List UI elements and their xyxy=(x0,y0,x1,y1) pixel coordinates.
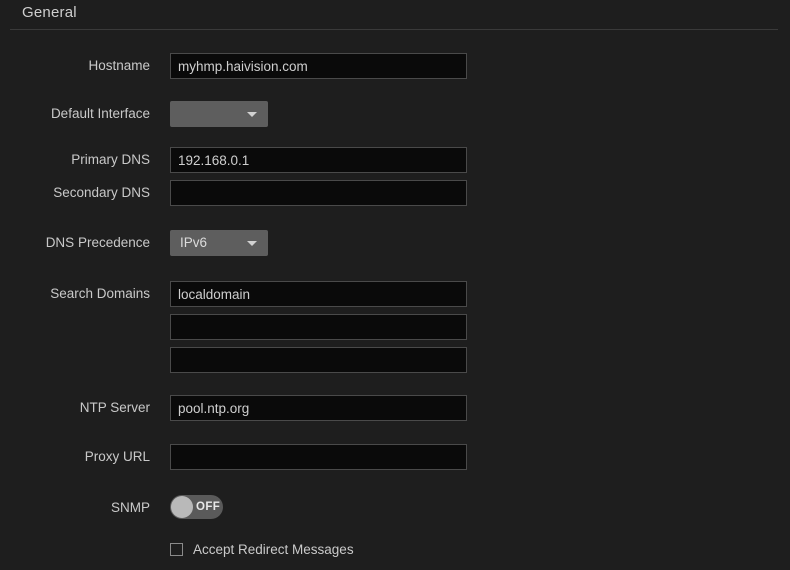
secondary-dns-input[interactable] xyxy=(170,180,467,206)
accept-redirect-label: Accept Redirect Messages xyxy=(193,540,354,562)
dns-precedence-select[interactable]: IPv6 xyxy=(170,230,268,256)
snmp-label: SNMP xyxy=(0,495,150,521)
default-interface-select[interactable] xyxy=(170,101,268,127)
dns-precedence-label: DNS Precedence xyxy=(0,230,150,256)
snmp-toggle[interactable]: OFF xyxy=(170,495,223,519)
general-settings-panel: General Hostname Default Interface Prima… xyxy=(0,0,790,570)
row-search-domains-2 xyxy=(0,314,790,340)
chevron-down-icon xyxy=(247,241,257,246)
row-ntp-server: NTP Server xyxy=(0,395,790,421)
page-title: General xyxy=(22,4,77,21)
general-form: Hostname Default Interface Primary DNS S… xyxy=(0,30,790,570)
primary-dns-input[interactable] xyxy=(170,147,467,173)
chevron-down-icon xyxy=(247,112,257,117)
row-search-domains-1: Search Domains xyxy=(0,281,790,307)
accept-redirect-checkbox[interactable] xyxy=(170,543,183,556)
dns-precedence-value: IPv6 xyxy=(180,235,207,250)
search-domains-input-1[interactable] xyxy=(170,281,467,307)
hostname-label: Hostname xyxy=(0,53,150,79)
search-domains-label: Search Domains xyxy=(0,281,150,307)
row-dns-precedence: DNS Precedence IPv6 xyxy=(0,230,790,256)
row-hostname: Hostname xyxy=(0,53,790,79)
row-search-domains-3 xyxy=(0,347,790,373)
primary-dns-label: Primary DNS xyxy=(0,147,150,173)
hostname-input[interactable] xyxy=(170,53,467,79)
panel-header: General xyxy=(0,0,790,30)
row-primary-dns: Primary DNS xyxy=(0,147,790,173)
secondary-dns-label: Secondary DNS xyxy=(0,180,150,206)
ntp-server-input[interactable] xyxy=(170,395,467,421)
proxy-url-input[interactable] xyxy=(170,444,467,470)
row-accept-redirect: Accept Redirect Messages xyxy=(0,540,790,566)
proxy-url-label: Proxy URL xyxy=(0,444,150,470)
row-secondary-dns: Secondary DNS xyxy=(0,180,790,206)
row-default-interface: Default Interface xyxy=(0,101,790,127)
search-domains-input-2[interactable] xyxy=(170,314,467,340)
search-domains-input-3[interactable] xyxy=(170,347,467,373)
row-proxy-url: Proxy URL xyxy=(0,444,790,470)
row-snmp: SNMP OFF xyxy=(0,495,790,521)
ntp-server-label: NTP Server xyxy=(0,395,150,421)
toggle-knob xyxy=(171,496,193,518)
snmp-toggle-state: OFF xyxy=(196,495,220,519)
default-interface-label: Default Interface xyxy=(0,101,150,127)
